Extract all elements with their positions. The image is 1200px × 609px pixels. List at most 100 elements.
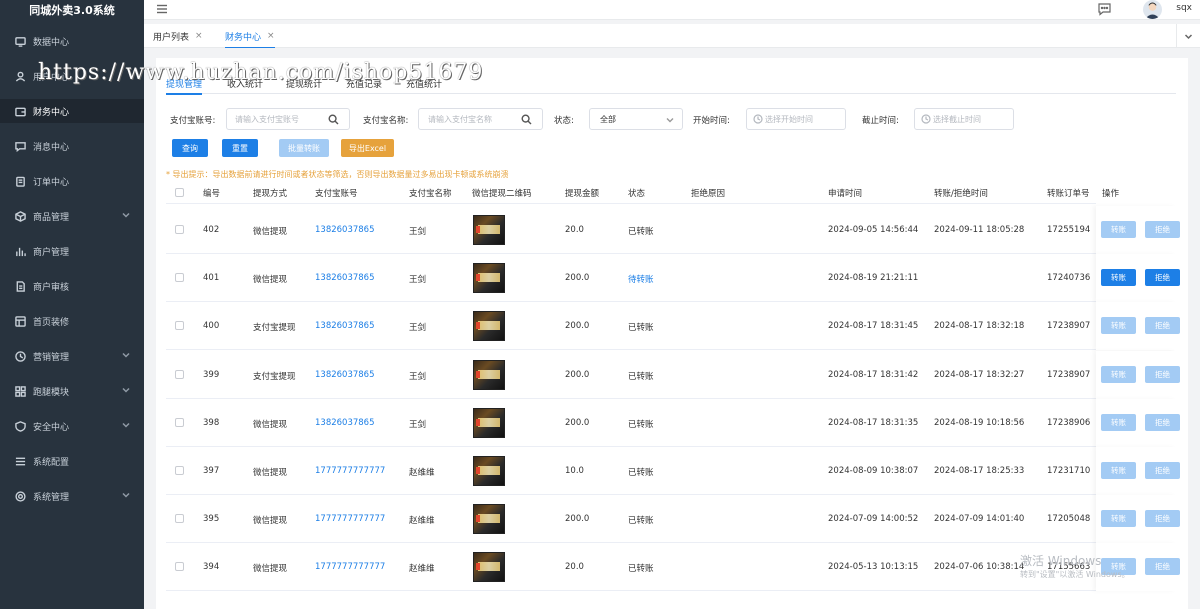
- sidebar-item[interactable]: 跑腿模块: [0, 379, 144, 403]
- start-time-picker[interactable]: [746, 108, 846, 130]
- tab-label: 财务中心: [225, 32, 262, 43]
- cell-account[interactable]: 1777777777777: [315, 514, 385, 524]
- sidebar-item[interactable]: 用户中心: [0, 64, 144, 88]
- subtab-withdraw-stats[interactable]: 提现统计: [286, 77, 322, 90]
- row-checkbox[interactable]: [175, 514, 184, 524]
- row-checkbox[interactable]: [175, 466, 184, 475]
- transfer-button[interactable]: 转账: [1101, 365, 1136, 383]
- wechat-qr-image[interactable]: [473, 263, 505, 294]
- clock-icon: [14, 350, 26, 362]
- cell-account[interactable]: 1777777777777: [315, 562, 385, 572]
- transfer-button[interactable]: 转账: [1101, 269, 1136, 287]
- alipay-account-input[interactable]: [226, 108, 350, 130]
- sidebar-item[interactable]: 商户管理: [0, 239, 144, 263]
- reject-button[interactable]: 拒绝: [1145, 558, 1180, 576]
- cell-name: 赵维维: [409, 564, 435, 575]
- transfer-button[interactable]: 转账: [1101, 413, 1136, 431]
- wechat-qr-image[interactable]: [473, 359, 505, 390]
- tab-finance-center[interactable]: 财务中心 ×: [225, 24, 275, 48]
- reject-button[interactable]: 拒绝: [1145, 510, 1180, 528]
- cell-amount: 200.0: [565, 273, 590, 284]
- cell-apply-time: 2024-09-05 14:56:44: [828, 225, 919, 235]
- box-icon: [14, 210, 26, 222]
- batch-transfer-button[interactable]: 批量转账: [279, 139, 329, 157]
- transfer-button[interactable]: 转账: [1101, 317, 1136, 335]
- sidebar-item[interactable]: 安全中心: [0, 414, 144, 438]
- cell-account[interactable]: 13826037865: [315, 418, 375, 428]
- transfer-button[interactable]: 转账: [1101, 510, 1136, 528]
- user-avatar[interactable]: [1143, 0, 1162, 19]
- search-icon[interactable]: [328, 114, 339, 125]
- menu-toggle-icon[interactable]: [156, 3, 168, 15]
- sidebar-item[interactable]: 财务中心: [0, 99, 144, 123]
- status-badge: 已转账: [628, 371, 654, 382]
- reject-button[interactable]: 拒绝: [1145, 365, 1180, 383]
- wechat-qr-image[interactable]: [473, 215, 505, 245]
- tab-user-list[interactable]: 用户列表 ×: [153, 24, 203, 48]
- subtab-recharge-stats[interactable]: 充值统计: [406, 77, 442, 90]
- cell-name: 王剑: [409, 275, 427, 286]
- wechat-qr-image[interactable]: [473, 504, 505, 535]
- row-checkbox[interactable]: [175, 273, 184, 283]
- row-checkbox[interactable]: [175, 225, 184, 234]
- username[interactable]: sqx: [1176, 3, 1192, 13]
- sidebar-item[interactable]: 首页装修: [0, 309, 144, 333]
- row-actions: 转账 拒绝: [1096, 302, 1180, 351]
- status-label: 状态:: [554, 116, 574, 126]
- settings-icon: [14, 490, 26, 502]
- reject-button[interactable]: 拒绝: [1145, 413, 1180, 431]
- subtab-withdraw-manage[interactable]: 提现管理: [166, 77, 203, 95]
- cell-account[interactable]: 1777777777777: [315, 466, 385, 476]
- close-icon[interactable]: ×: [267, 31, 275, 41]
- cell-account[interactable]: 13826037865: [315, 225, 375, 235]
- cell-account[interactable]: 13826037865: [315, 273, 375, 283]
- sidebar-item[interactable]: 商品管理: [0, 204, 144, 228]
- sidebar-item[interactable]: 订单中心: [0, 169, 144, 193]
- end-time-field[interactable]: [933, 114, 1013, 124]
- close-icon[interactable]: ×: [195, 31, 203, 41]
- transfer-button[interactable]: 转账: [1101, 462, 1136, 479]
- cell-account[interactable]: 13826037865: [315, 370, 375, 380]
- wechat-qr-image[interactable]: [473, 552, 505, 583]
- subtab-income-stats[interactable]: 收入统计: [227, 77, 263, 90]
- row-checkbox[interactable]: [175, 369, 184, 379]
- row-checkbox[interactable]: [175, 321, 184, 331]
- transfer-button[interactable]: 转账: [1101, 221, 1136, 238]
- cell-id: 402: [203, 225, 220, 235]
- sidebar-item[interactable]: 商户审核: [0, 274, 144, 298]
- row-checkbox[interactable]: [175, 562, 184, 572]
- row-checkbox[interactable]: [175, 417, 184, 427]
- wechat-qr-image[interactable]: [473, 456, 505, 486]
- end-time-picker[interactable]: [914, 108, 1014, 130]
- subtab-recharge-records[interactable]: 充值记录: [346, 77, 382, 90]
- message-icon[interactable]: [1097, 2, 1112, 16]
- alipay-name-input[interactable]: [418, 108, 543, 130]
- sidebar-item[interactable]: 系统管理: [0, 484, 144, 508]
- search-icon[interactable]: [521, 114, 532, 125]
- cell-account[interactable]: 13826037865: [315, 321, 375, 331]
- start-time-field[interactable]: [765, 114, 845, 124]
- column-header: 微信提现二维码: [472, 189, 532, 199]
- reject-button[interactable]: 拒绝: [1145, 221, 1180, 238]
- reject-button[interactable]: 拒绝: [1145, 317, 1180, 335]
- cell-name: 赵维维: [409, 468, 435, 478]
- cell-id: 395: [203, 514, 220, 525]
- sub-tabs: 提现管理 收入统计 提现统计 充值记录 充值统计: [166, 74, 1176, 95]
- cell-name: 王剑: [409, 419, 427, 430]
- select-all-checkbox[interactable]: [175, 188, 184, 197]
- wechat-qr-image[interactable]: [473, 407, 505, 438]
- status-select[interactable]: 全部: [589, 108, 683, 130]
- table-row: 398 微信提现 13826037865 王剑 200.0 已转账 2024-08-17 1…: [166, 398, 1180, 447]
- reset-button[interactable]: 重置: [222, 139, 258, 157]
- query-button[interactable]: 查询: [172, 139, 208, 157]
- sidebar-item[interactable]: 消息中心: [0, 134, 144, 158]
- sidebar-item[interactable]: 系统配置: [0, 449, 144, 473]
- cell-name: 王剑: [409, 227, 427, 237]
- export-excel-button[interactable]: 导出Excel: [341, 139, 394, 157]
- chevron-down-icon[interactable]: [1176, 24, 1200, 48]
- sidebar-item[interactable]: 营销管理: [0, 344, 144, 368]
- reject-button[interactable]: 拒绝: [1145, 462, 1180, 479]
- reject-button[interactable]: 拒绝: [1145, 269, 1180, 287]
- wechat-qr-image[interactable]: [473, 311, 505, 342]
- sidebar-item[interactable]: 数据中心: [0, 29, 144, 53]
